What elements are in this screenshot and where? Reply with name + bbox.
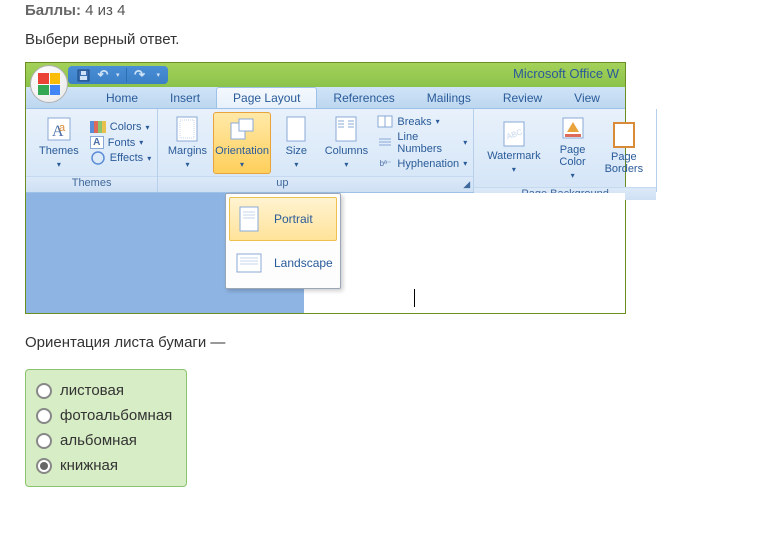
- hyphenation-icon: bª⁻: [377, 157, 393, 171]
- line-numbers-button[interactable]: Line Numbers▾: [377, 130, 467, 156]
- margins-icon: [173, 115, 201, 143]
- question-text: Ориентация листа бумаги —: [0, 314, 782, 369]
- prompt-text: Выбери верный ответ.: [0, 25, 782, 62]
- ribbon-tabs: Home Insert Page Layout References Maili…: [26, 87, 625, 109]
- columns-icon: [332, 115, 360, 143]
- group-themes: Aa Themes ▾ Colors▾ A Fonts▾: [26, 109, 158, 192]
- title-bar: ↶ ▾ ↷ ▾ Microsoft Office W: [26, 63, 625, 87]
- score-label: Баллы:: [25, 2, 81, 19]
- undo-icon[interactable]: ↶: [96, 68, 110, 82]
- effects-icon: [90, 151, 106, 165]
- colors-button[interactable]: Colors▾: [90, 119, 151, 135]
- page-color-icon: [559, 114, 587, 142]
- radio-icon[interactable]: [36, 458, 52, 474]
- size-icon: [282, 115, 310, 143]
- word-screenshot: ↶ ▾ ↷ ▾ Microsoft Office W Home Insert P…: [25, 62, 626, 314]
- page-borders-icon: [610, 121, 638, 149]
- office-logo-icon: [38, 73, 60, 95]
- quick-access-toolbar: ↶ ▾ ↷ ▾: [68, 66, 168, 84]
- radio-icon[interactable]: [36, 408, 52, 424]
- answer-box: листовая фотоальбомная альбомная книжная: [25, 369, 187, 487]
- score-value: 4 из 4: [85, 2, 125, 19]
- tab-references[interactable]: References: [317, 88, 410, 108]
- redo-icon[interactable]: ↷: [133, 68, 147, 82]
- page-borders-button[interactable]: Page Borders: [598, 118, 651, 178]
- landscape-icon: [236, 250, 262, 276]
- app-title: Microsoft Office W: [513, 66, 619, 81]
- fonts-icon: A: [90, 136, 104, 149]
- text-cursor: [414, 289, 415, 307]
- margins-button[interactable]: Margins ▾: [164, 112, 210, 174]
- themes-button[interactable]: Aa Themes ▾: [32, 112, 86, 174]
- breaks-icon: [377, 115, 393, 129]
- answer-option-1[interactable]: листовая: [36, 378, 172, 403]
- orientation-option-landscape[interactable]: Landscape: [229, 241, 337, 285]
- tab-mailings[interactable]: Mailings: [411, 88, 487, 108]
- dialog-launcher-icon[interactable]: ◢: [463, 179, 470, 190]
- colors-icon: [90, 120, 106, 134]
- effects-button[interactable]: Effects▾: [90, 150, 151, 166]
- watermark-button[interactable]: ABC Watermark ▾: [480, 117, 547, 179]
- orientation-dropdown: Portrait Landscape: [225, 193, 341, 289]
- save-icon[interactable]: [76, 68, 90, 82]
- orientation-icon: [228, 115, 256, 143]
- answer-option-2[interactable]: фотоальбомная: [36, 403, 172, 428]
- orientation-button[interactable]: Orientation ▾: [213, 112, 272, 174]
- office-button[interactable]: [30, 65, 68, 103]
- ribbon: Aa Themes ▾ Colors▾ A Fonts▾: [26, 109, 625, 193]
- score-line: Баллы: 4 из 4: [0, 0, 782, 25]
- group-label-page-setup: up ◢: [158, 176, 473, 192]
- group-page-background: ABC Watermark ▾ Page Color ▾ Page: [474, 109, 657, 192]
- tab-home[interactable]: Home: [90, 88, 154, 108]
- columns-button[interactable]: Columns ▾: [321, 112, 371, 174]
- svg-text:a: a: [59, 122, 66, 134]
- tab-page-layout[interactable]: Page Layout: [216, 87, 317, 108]
- group-label-themes: Themes: [26, 176, 157, 192]
- answer-option-4[interactable]: книжная: [36, 453, 172, 478]
- tab-view[interactable]: View: [558, 88, 616, 108]
- page-color-button[interactable]: Page Color ▾: [550, 111, 596, 185]
- fonts-button[interactable]: A Fonts▾: [90, 135, 151, 150]
- line-numbers-icon: [377, 136, 393, 150]
- radio-icon[interactable]: [36, 433, 52, 449]
- size-button[interactable]: Size ▾: [273, 112, 319, 174]
- radio-icon[interactable]: [36, 383, 52, 399]
- themes-icon: Aa: [45, 115, 73, 143]
- tab-review[interactable]: Review: [487, 88, 558, 108]
- doc-page[interactable]: [304, 193, 625, 313]
- breaks-button[interactable]: Breaks▾: [377, 114, 467, 130]
- group-page-setup: Margins ▾ Orientation ▾ Size ▾: [158, 109, 474, 192]
- answer-option-3[interactable]: альбомная: [36, 428, 172, 453]
- tab-insert[interactable]: Insert: [154, 88, 216, 108]
- orientation-option-portrait[interactable]: Portrait: [229, 197, 337, 241]
- hyphenation-button[interactable]: bª⁻ Hyphenation▾: [377, 156, 467, 172]
- watermark-icon: ABC: [500, 120, 528, 148]
- portrait-icon: [236, 206, 262, 232]
